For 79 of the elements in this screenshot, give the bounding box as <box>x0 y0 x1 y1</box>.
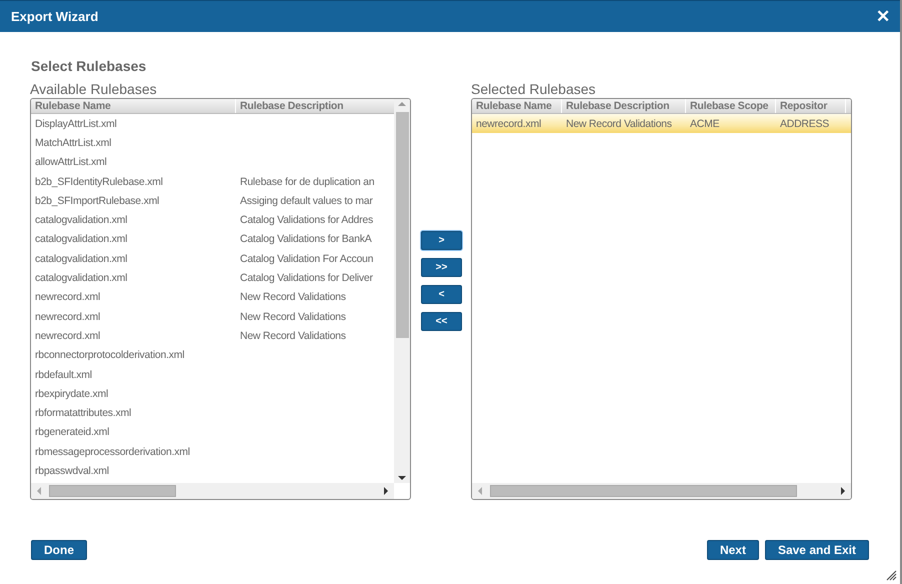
column-header[interactable]: Rulebase Name <box>31 99 236 113</box>
move-button[interactable]: << <box>421 312 462 331</box>
scroll-up-icon[interactable] <box>396 99 408 109</box>
column-header[interactable]: Repositor <box>776 99 846 113</box>
table-row[interactable]: rbmessageprocessorderivation.xml <box>31 442 394 462</box>
window-title: Export Wizard <box>11 9 98 24</box>
panel-label: Available Rulebases <box>30 81 158 98</box>
scroll-left-icon[interactable] <box>476 485 484 497</box>
move-button[interactable]: < <box>421 285 462 304</box>
table-cell-text: newrecord.xml <box>34 310 102 323</box>
table-row[interactable]: rbexpirydate.xml <box>31 384 394 404</box>
save-exit-button[interactable]: Save and Exit <box>764 540 869 560</box>
table-cell-text: rbpasswdval.xml <box>34 464 110 477</box>
table-cell-text: Catalog Validation For Accoun <box>239 252 374 265</box>
scroll-down-icon[interactable] <box>396 473 408 483</box>
table-cell-text: catalogvalidation.xml <box>34 214 128 226</box>
scroll-left-icon[interactable] <box>35 485 43 497</box>
table-cell-text: catalogvalidation.xml <box>34 252 128 265</box>
table-row[interactable]: rbformatattributes.xml <box>31 403 394 423</box>
table-row[interactable]: MatchAttrList.xml <box>31 133 394 153</box>
table-cell-text: Catalog Validations for BankA <box>239 233 373 246</box>
table-cell-text: rbmessageprocessorderivation.xml <box>34 446 191 458</box>
table-row[interactable]: b2b_SFImportRulebase.xml Assiging default values to mar <box>31 191 394 210</box>
table-row[interactable]: rbgenerateid.xml <box>31 422 394 442</box>
section-heading: Select Rulebases <box>31 58 148 75</box>
table-row[interactable]: rbpasswdval.xml <box>31 461 394 481</box>
table-row[interactable]: newrecord.xml New Record Validations <box>31 326 394 346</box>
table-cell-text: newrecord.xml <box>34 291 102 304</box>
table-cell-text: New Record Validations <box>239 291 347 304</box>
table-cell-text: rbdefault.xml <box>34 368 93 380</box>
table-cell-text: MatchAttrList.xml <box>34 136 112 149</box>
done-button[interactable]: Done <box>31 540 87 560</box>
table-cell-text: New Record Validations <box>239 330 347 342</box>
table-row[interactable]: rbdefault.xml <box>31 364 394 384</box>
table-cell-text: rbformatattributes.xml <box>34 407 132 420</box>
table-cell-text: DisplayAttrList.xml <box>34 118 118 130</box>
scroll-right-icon[interactable] <box>839 485 847 497</box>
table-cell-text: Rulebase for de duplication an <box>239 176 376 188</box>
panel-label: Selected Rulebases <box>471 81 597 98</box>
table-row[interactable]: allowAttrList.xml <box>31 152 394 172</box>
table-cell-text: Catalog Validations for Addres <box>239 214 374 226</box>
move-button[interactable]: >> <box>421 258 462 277</box>
table-cell-text: allowAttrList.xml <box>34 156 108 168</box>
table-cell-text: catalogvalidation.xml <box>34 272 128 284</box>
table-cell-text: Catalog Validations for Deliver <box>239 272 374 284</box>
table-cell-text: b2b_SFImportRulebase.xml <box>34 194 160 207</box>
table-cell-text: New Record Validations <box>565 118 673 130</box>
horizontal-scrollbar[interactable] <box>31 483 394 499</box>
table-cell-text: b2b_SFIdentityRulebase.xml <box>34 176 164 188</box>
table-cell-text: rbexpirydate.xml <box>34 388 110 400</box>
move-button[interactable]: > <box>421 231 462 250</box>
resize-grip-icon[interactable] <box>886 570 897 581</box>
table-row[interactable]: newrecord.xml New Record Validations <box>31 306 394 326</box>
table-cell-text: ADDRESS <box>779 118 830 130</box>
table-cell-text: ACME <box>689 118 720 130</box>
table-row[interactable]: catalogvalidation.xml Catalog Validation For Accoun <box>31 249 394 268</box>
table-row[interactable]: newrecord.xml New Record Validations <box>31 288 394 307</box>
next-button[interactable]: Next <box>706 540 759 560</box>
table-cell-text: catalogvalidation.xml <box>34 233 128 246</box>
table-cell-text: newrecord.xml <box>34 330 102 342</box>
table-row[interactable]: newrecord.xml New Record Validations ACME ADDRESS <box>472 114 851 134</box>
table-row[interactable]: b2b_SFIdentityRulebase.xml Rulebase for de duplication an <box>31 172 394 192</box>
table-cell-text: rbgenerateid.xml <box>34 426 110 438</box>
column-header[interactable]: Rulebase Scope <box>686 99 776 113</box>
close-button[interactable]: ✕ <box>874 8 892 25</box>
table-cell-text: Assiging default values to mar <box>239 194 374 207</box>
table-row[interactable]: catalogvalidation.xml Catalog Validations for Deliver <box>31 268 394 288</box>
table-cell-text: newrecord.xml <box>475 118 542 130</box>
table-row[interactable]: rbconnectorprotocolderivation.xml <box>31 346 394 365</box>
table-row[interactable]: catalogvalidation.xml Catalog Validations for Addres <box>31 210 394 230</box>
table-row[interactable]: catalogvalidation.xml Catalog Validations for BankA <box>31 230 394 250</box>
column-header[interactable]: Rulebase Name <box>472 99 562 113</box>
table-cell-text: rbconnectorprotocolderivation.xml <box>34 349 186 362</box>
scroll-right-icon[interactable] <box>382 485 390 497</box>
vertical-scrollbar[interactable] <box>394 99 410 483</box>
horizontal-scrollbar[interactable] <box>472 483 851 499</box>
table-row[interactable]: DisplayAttrList.xml <box>31 114 394 134</box>
column-header[interactable]: Rulebase Description <box>562 99 686 113</box>
table-cell-text: New Record Validations <box>239 310 347 323</box>
